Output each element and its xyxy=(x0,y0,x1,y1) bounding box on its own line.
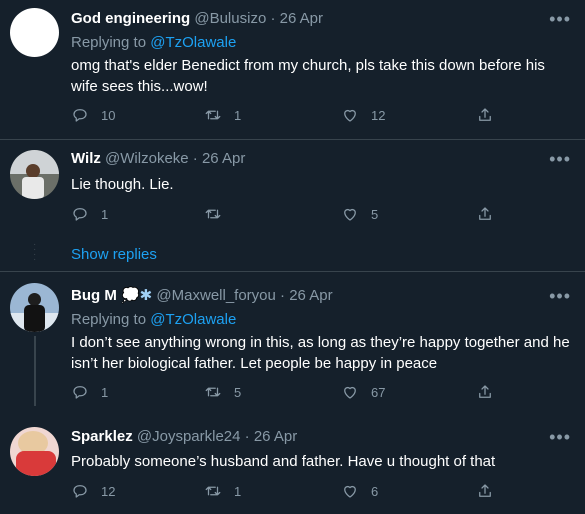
retweet-count: 1 xyxy=(234,107,242,123)
retweet-icon xyxy=(205,209,221,219)
share-button[interactable] xyxy=(476,205,494,223)
tweet[interactable]: Wilz @Wilzokeke · 26 Apr ••• Lie though.… xyxy=(0,140,585,272)
avatar[interactable] xyxy=(10,427,59,476)
tweet-text: Lie though. Lie. xyxy=(71,176,174,193)
thread-dots: · · · · xyxy=(33,239,37,265)
tweet-actions: 12 1 6 xyxy=(71,482,501,502)
retweet-count: 1 xyxy=(234,483,242,499)
tweet[interactable]: God engineering @Bulusizo · 26 Apr ••• R… xyxy=(0,0,585,140)
tweet-text: Probably someone’s husband and father. H… xyxy=(71,453,496,470)
avatar[interactable] xyxy=(10,283,59,332)
user-handle[interactable]: @Wilzokeke xyxy=(105,150,189,167)
like-count: 6 xyxy=(371,483,379,499)
reply-count: 10 xyxy=(101,107,116,123)
retweet-icon xyxy=(205,110,221,120)
replying-to-label: Replying to xyxy=(71,311,147,328)
retweet-button[interactable] xyxy=(204,205,234,223)
reply-button[interactable]: 1 xyxy=(71,205,108,223)
replying-to-link[interactable]: @TzOlawale xyxy=(150,311,236,328)
like-count: 67 xyxy=(371,384,386,400)
show-replies-link[interactable]: Show replies xyxy=(71,245,157,265)
replying-to: Replying to @TzOlawale xyxy=(71,310,236,330)
like-count: 5 xyxy=(371,206,379,222)
tweet-date[interactable]: · 26 Apr xyxy=(193,150,246,167)
reply-button[interactable]: 1 xyxy=(71,383,108,401)
retweet-icon xyxy=(205,486,221,496)
tweet-date[interactable]: · 26 Apr xyxy=(280,287,333,304)
share-button[interactable] xyxy=(476,482,494,500)
like-count: 12 xyxy=(371,107,386,123)
replying-to-label: Replying to xyxy=(71,34,147,51)
tweet-actions: 1 5 xyxy=(71,205,501,225)
reply-count: 1 xyxy=(101,206,109,222)
replying-to-link[interactable]: @TzOlawale xyxy=(150,34,236,51)
retweet-button[interactable]: 1 xyxy=(204,482,241,500)
retweet-button[interactable]: 5 xyxy=(204,383,241,401)
retweet-count: 5 xyxy=(234,384,242,400)
user-handle[interactable]: @Bulusizo xyxy=(194,10,266,27)
replying-to: Replying to @TzOlawale xyxy=(71,33,236,53)
reply-icon xyxy=(73,485,87,498)
user-handle[interactable]: @Joysparkle24 xyxy=(137,428,241,445)
tweet[interactable]: Bug M 💭✱ @Maxwell_foryou · 26 Apr ••• Re… xyxy=(0,272,585,406)
tweet[interactable]: Sparklez @Joysparkle24 · 26 Apr ••• Prob… xyxy=(0,414,585,514)
tweet-header: Bug M 💭✱ @Maxwell_foryou · 26 Apr xyxy=(71,286,333,306)
heart-icon xyxy=(344,208,356,221)
retweet-icon xyxy=(205,387,221,397)
share-button[interactable] xyxy=(476,106,494,124)
more-options-icon[interactable]: ••• xyxy=(549,150,571,168)
share-icon xyxy=(479,484,491,497)
share-icon xyxy=(479,207,491,220)
reply-button[interactable]: 12 xyxy=(71,482,115,500)
avatar[interactable] xyxy=(10,150,59,199)
reply-icon xyxy=(73,109,87,122)
reply-icon xyxy=(73,208,87,221)
reply-button[interactable]: 10 xyxy=(71,106,115,124)
heart-icon xyxy=(344,485,356,498)
like-button[interactable]: 12 xyxy=(341,106,385,124)
tweet-header: God engineering @Bulusizo · 26 Apr xyxy=(71,9,323,29)
heart-icon xyxy=(344,109,356,122)
share-icon xyxy=(479,108,491,121)
tweet-actions: 1 5 67 xyxy=(71,383,501,403)
user-handle[interactable]: @Maxwell_foryou xyxy=(156,287,275,304)
like-button[interactable]: 67 xyxy=(341,383,385,401)
display-name[interactable]: Sparklez xyxy=(71,428,133,445)
heart-icon xyxy=(344,386,356,399)
retweet-button[interactable]: 1 xyxy=(204,106,241,124)
avatar[interactable] xyxy=(10,8,59,57)
like-button[interactable]: 5 xyxy=(341,205,378,223)
tweet-date[interactable]: · 26 Apr xyxy=(270,10,323,27)
thread-line xyxy=(34,336,36,406)
share-button[interactable] xyxy=(476,383,494,401)
tweet-text: I don’t see anything wrong in this, as l… xyxy=(71,334,570,372)
like-button[interactable]: 6 xyxy=(341,482,378,500)
tweet-text: omg that's elder Benedict from my church… xyxy=(71,57,545,95)
tweet-header: Wilz @Wilzokeke · 26 Apr xyxy=(71,149,245,169)
more-options-icon[interactable]: ••• xyxy=(549,428,571,446)
display-name[interactable]: God engineering xyxy=(71,10,190,27)
name-emoji: 💭✱ xyxy=(121,287,153,304)
display-name[interactable]: Wilz xyxy=(71,150,101,167)
tweet-header: Sparklez @Joysparkle24 · 26 Apr xyxy=(71,427,297,447)
share-icon xyxy=(479,385,491,398)
tweet-actions: 10 1 12 xyxy=(71,106,501,126)
more-options-icon[interactable]: ••• xyxy=(549,10,571,28)
tweet-date[interactable]: · 26 Apr xyxy=(245,428,298,445)
reply-icon xyxy=(73,386,87,399)
more-options-icon[interactable]: ••• xyxy=(549,287,571,305)
display-name[interactable]: Bug M xyxy=(71,287,117,304)
reply-count: 12 xyxy=(101,483,116,499)
reply-count: 1 xyxy=(101,384,109,400)
